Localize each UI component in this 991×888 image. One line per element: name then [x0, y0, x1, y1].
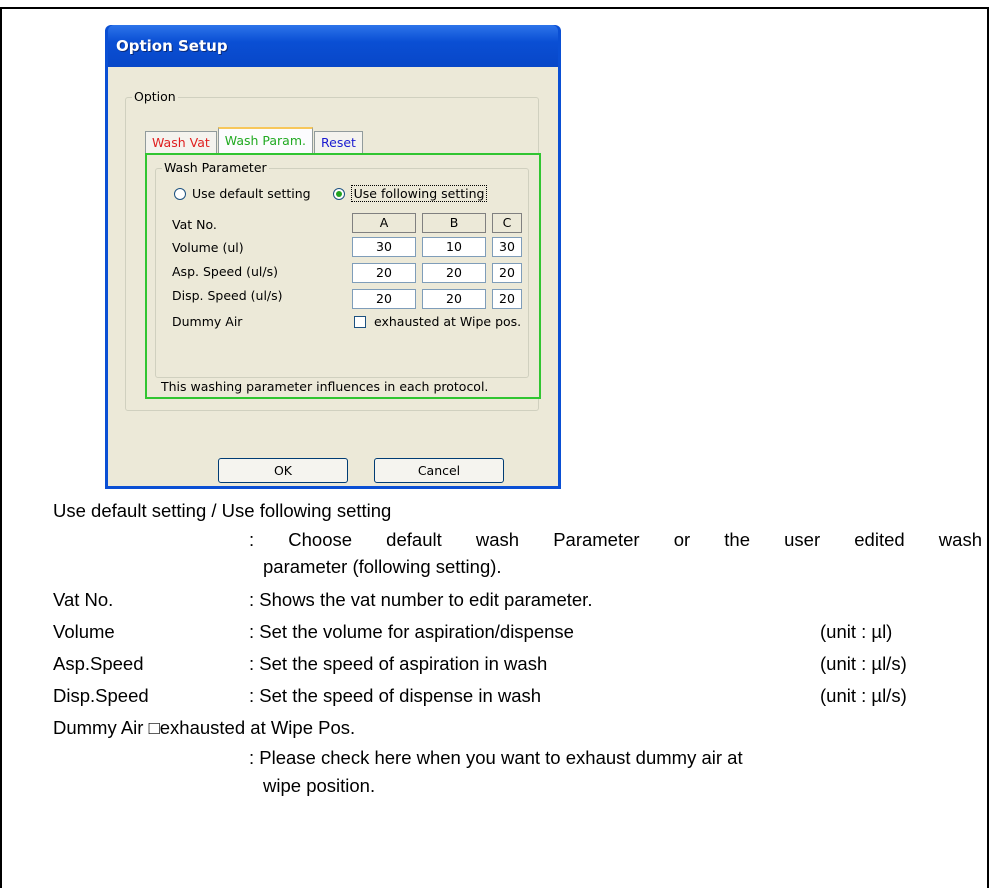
disp-speed-input-a[interactable]: 20 — [352, 289, 416, 309]
disp-speed-input-c[interactable]: 20 — [492, 289, 522, 309]
wash-parameter-label: Wash Parameter — [162, 160, 269, 175]
asp-speed-input-c[interactable]: 20 — [492, 263, 522, 283]
tab-wash-vat[interactable]: Wash Vat — [145, 131, 217, 153]
radio-following-setting[interactable] — [332, 187, 345, 200]
desc-use-setting-term: Use default setting / Use following sett… — [53, 500, 392, 521]
desc-dummy-line1: : Please check here when you want to exh… — [249, 747, 743, 768]
option-group-label: Option — [132, 89, 178, 104]
dummy-air-checkbox[interactable] — [354, 316, 366, 328]
radio-default-setting[interactable] — [174, 187, 186, 200]
desc-vat-term: Vat No. — [53, 589, 114, 610]
dialog-client-area: Option Wash Vat Wash Param. Reset Wash P… — [108, 67, 558, 486]
ok-button[interactable]: OK — [218, 458, 348, 483]
volume-input-b[interactable]: 10 — [422, 237, 486, 257]
volume-label: Volume (ul) — [172, 240, 244, 255]
desc-volume-term: Volume — [53, 621, 115, 642]
radio-row: Use default setting Use following settin… — [174, 185, 488, 202]
asp-speed-input-a[interactable]: 20 — [352, 263, 416, 283]
desc-use-setting-line1: : Choose default wash Parameter or the u… — [249, 529, 982, 550]
dialog-title: Option Setup — [116, 37, 228, 55]
vat-header-b: B — [422, 213, 486, 233]
desc-dummy-line2: wipe position. — [263, 775, 376, 796]
desc-asp-unit: (unit : µl/s) — [820, 653, 907, 674]
footer-note: This washing parameter influences in eac… — [161, 379, 489, 394]
asp-speed-input-b[interactable]: 20 — [422, 263, 486, 283]
desc-dummy-term: Dummy Air □exhausted at Wipe Pos. — [53, 717, 356, 738]
volume-input-c[interactable]: 30 — [492, 237, 522, 257]
desc-disp-term: Disp.Speed — [53, 685, 149, 706]
radio-following-label[interactable]: Use following setting — [350, 185, 488, 202]
desc-vat-text: : Shows the vat number to edit parameter… — [249, 589, 593, 610]
desc-volume-text: : Set the volume for aspiration/dispense — [249, 621, 574, 642]
vat-no-label: Vat No. — [172, 217, 217, 232]
desc-volume-unit: (unit : µl) — [820, 621, 893, 642]
tab-reset[interactable]: Reset — [314, 131, 363, 153]
desc-disp-unit: (unit : µl/s) — [820, 685, 907, 706]
radio-selected-dot — [335, 190, 342, 197]
wash-parameter-group: Wash Parameter Use default setting Use f… — [155, 160, 529, 378]
tab-wash-param[interactable]: Wash Param. — [217, 127, 313, 153]
asp-speed-label: Asp. Speed (ul/s) — [172, 264, 278, 279]
title-bar[interactable]: Option Setup — [108, 25, 558, 67]
desc-asp-term: Asp.Speed — [53, 653, 144, 674]
cancel-button[interactable]: Cancel — [374, 458, 504, 483]
volume-input-a[interactable]: 30 — [352, 237, 416, 257]
desc-use-setting-line2: parameter (following setting). — [263, 556, 502, 577]
wash-param-panel: Wash Parameter Use default setting Use f… — [145, 153, 541, 399]
desc-asp-text: : Set the speed of aspiration in wash — [249, 653, 548, 674]
tab-strip: Wash Vat Wash Param. Reset — [145, 127, 364, 153]
radio-default-label[interactable]: Use default setting — [192, 186, 311, 201]
vat-header-c: C — [492, 213, 522, 233]
disp-speed-input-b[interactable]: 20 — [422, 289, 486, 309]
desc-disp-text: : Set the speed of dispense in wash — [249, 685, 542, 706]
dummy-air-checkbox-label[interactable]: exhausted at Wipe pos. — [374, 314, 521, 329]
option-setup-dialog: Option Setup Option Wash Vat Wash Param.… — [105, 25, 561, 489]
vat-header-a: A — [352, 213, 416, 233]
dummy-air-label: Dummy Air — [172, 314, 243, 329]
disp-speed-label: Disp. Speed (ul/s) — [172, 288, 283, 303]
